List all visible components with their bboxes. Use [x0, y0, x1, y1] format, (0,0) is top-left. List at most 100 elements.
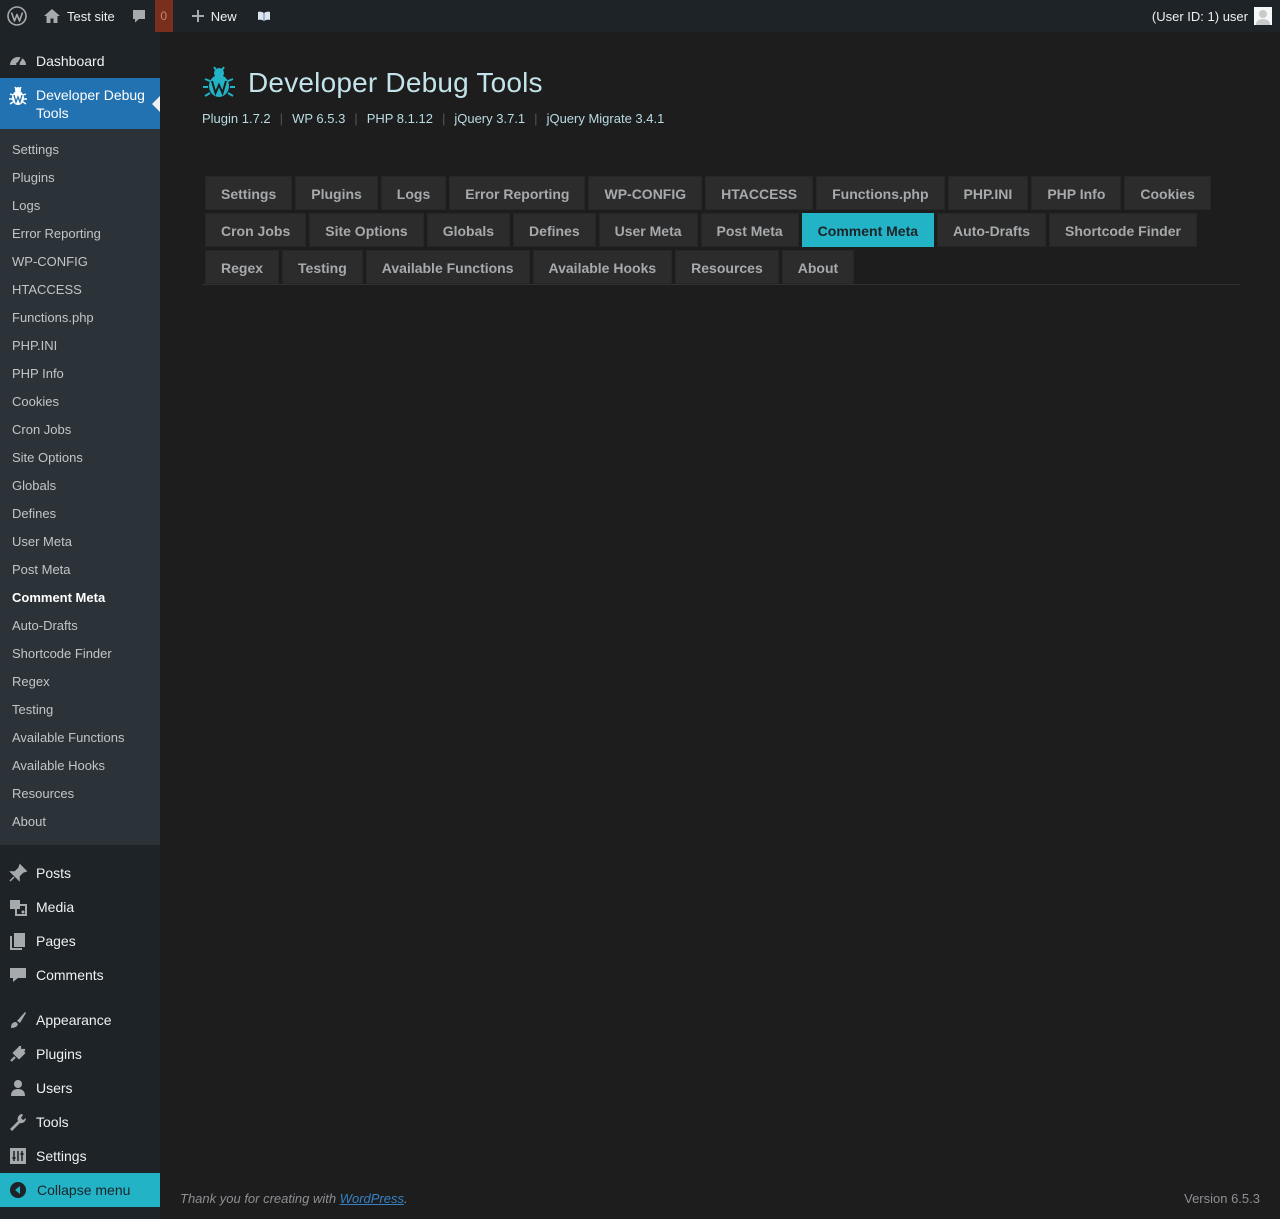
tab-row: Settings Plugins Logs Error Reporting WP…: [205, 176, 1240, 210]
site-name: Test site: [67, 8, 115, 24]
plus-icon: [191, 10, 204, 22]
wp-version: WP 6.5.3: [292, 111, 346, 126]
tab-regex[interactable]: Regex: [205, 250, 280, 284]
jquery-version: jQuery 3.7.1: [454, 111, 526, 126]
submenu-post-meta[interactable]: Post Meta: [0, 556, 160, 584]
comments-menu[interactable]: 0: [123, 0, 173, 32]
page-header: Developer Debug Tools: [202, 66, 543, 100]
menu-settings[interactable]: Settings: [0, 1139, 160, 1173]
submenu-cron-jobs[interactable]: Cron Jobs: [0, 416, 160, 444]
tab-auto-drafts[interactable]: Auto-Drafts: [937, 213, 1047, 247]
submenu-about[interactable]: About: [0, 808, 160, 836]
tab-about[interactable]: About: [781, 250, 855, 284]
account-label: (User ID: 1) user: [1151, 8, 1248, 24]
tab-comment-meta[interactable]: Comment Meta: [801, 213, 935, 247]
collapse-menu-button[interactable]: Collapse menu: [0, 1173, 160, 1207]
wordpress-logo-menu[interactable]: [0, 0, 34, 32]
tab-error-reporting[interactable]: Error Reporting: [449, 176, 586, 210]
menu-dashboard-label: Dashboard: [36, 53, 105, 69]
tab-plugins[interactable]: Plugins: [295, 176, 378, 210]
comments-icon: [8, 965, 28, 985]
tab-bar: Settings Plugins Logs Error Reporting WP…: [202, 176, 1240, 287]
debug-tools-submenu: Settings Plugins Logs Error Reporting WP…: [0, 129, 160, 845]
submenu-site-options[interactable]: Site Options: [0, 444, 160, 472]
tab-post-meta[interactable]: Post Meta: [700, 213, 799, 247]
collapse-arrow-icon: [10, 1182, 26, 1198]
avatar: [1254, 7, 1272, 25]
footer-thanks-suffix: .: [404, 1191, 408, 1206]
submenu-regex[interactable]: Regex: [0, 668, 160, 696]
my-account-menu[interactable]: (User ID: 1) user: [1144, 0, 1280, 32]
tab-shortcode-finder[interactable]: Shortcode Finder: [1049, 213, 1197, 247]
submenu-plugins[interactable]: Plugins: [0, 164, 160, 192]
home-icon: [44, 9, 60, 23]
plug-icon: [8, 1044, 28, 1064]
wordpress-link[interactable]: WordPress: [340, 1191, 404, 1206]
menu-tools[interactable]: Tools: [0, 1105, 160, 1139]
submenu-logs[interactable]: Logs: [0, 192, 160, 220]
tab-globals[interactable]: Globals: [426, 213, 511, 247]
menu-comments[interactable]: Comments: [0, 958, 160, 992]
debug-bug-logo-icon: [203, 66, 235, 97]
submenu-resources[interactable]: Resources: [0, 780, 160, 808]
menu-users[interactable]: Users: [0, 1071, 160, 1105]
menu-appearance[interactable]: Appearance: [0, 1003, 160, 1037]
menu-posts[interactable]: Posts: [0, 856, 160, 890]
menu-plugins[interactable]: Plugins: [0, 1037, 160, 1071]
tab-user-meta[interactable]: User Meta: [598, 213, 698, 247]
submenu-testing[interactable]: Testing: [0, 696, 160, 724]
submenu-shortcode-finder[interactable]: Shortcode Finder: [0, 640, 160, 668]
tab-wp-config[interactable]: WP-CONFIG: [588, 176, 703, 210]
submenu-php-info[interactable]: PHP Info: [0, 360, 160, 388]
tab-htaccess[interactable]: HTACCESS: [705, 176, 814, 210]
tab-functions-php[interactable]: Functions.php: [816, 176, 945, 210]
version-separator: |: [354, 111, 358, 126]
tab-available-functions[interactable]: Available Functions: [365, 250, 530, 284]
submenu-htaccess[interactable]: HTACCESS: [0, 276, 160, 304]
tab-defines[interactable]: Defines: [513, 213, 596, 247]
submenu-user-meta[interactable]: User Meta: [0, 528, 160, 556]
submenu-auto-drafts[interactable]: Auto-Drafts: [0, 612, 160, 640]
menu-media[interactable]: Media: [0, 890, 160, 924]
submenu-php-ini[interactable]: PHP.INI: [0, 332, 160, 360]
menu-developer-debug-tools[interactable]: Developer Debug Tools: [0, 78, 160, 129]
site-name-menu[interactable]: Test site: [34, 0, 123, 32]
tab-settings[interactable]: Settings: [205, 176, 293, 210]
version-separator: |: [534, 111, 538, 126]
menu-pages-label: Pages: [36, 933, 76, 949]
tab-php-ini[interactable]: PHP.INI: [947, 176, 1029, 210]
tab-testing[interactable]: Testing: [282, 250, 363, 284]
menu-media-label: Media: [36, 899, 75, 915]
submenu-comment-meta[interactable]: Comment Meta: [0, 584, 160, 612]
submenu-wp-config[interactable]: WP-CONFIG: [0, 248, 160, 276]
comment-count-badge: 0: [154, 0, 173, 32]
menu-pages[interactable]: Pages: [0, 924, 160, 958]
tab-cron-jobs[interactable]: Cron Jobs: [205, 213, 307, 247]
submenu-available-functions[interactable]: Available Functions: [0, 724, 160, 752]
submenu-functions-php[interactable]: Functions.php: [0, 304, 160, 332]
submenu-available-hooks[interactable]: Available Hooks: [0, 752, 160, 780]
tab-resources[interactable]: Resources: [675, 250, 779, 284]
submenu-globals[interactable]: Globals: [0, 472, 160, 500]
user-icon: [8, 1078, 28, 1098]
tab-cookies[interactable]: Cookies: [1124, 176, 1211, 210]
submenu-defines[interactable]: Defines: [0, 500, 160, 528]
tab-available-hooks[interactable]: Available Hooks: [532, 250, 673, 284]
main-content: Developer Debug Tools Plugin 1.7.2 | WP …: [160, 32, 1280, 1219]
submenu-error-reporting[interactable]: Error Reporting: [0, 220, 160, 248]
submenu-cookies[interactable]: Cookies: [0, 388, 160, 416]
version-info: Plugin 1.7.2 | WP 6.5.3 | PHP 8.1.12 | j…: [202, 111, 664, 126]
tab-row: Cron Jobs Site Options Globals Defines U…: [205, 213, 1240, 247]
jquery-migrate-version: jQuery Migrate 3.4.1: [546, 111, 665, 126]
docs-menu[interactable]: [245, 0, 279, 32]
wrench-icon: [8, 1112, 28, 1132]
submenu-settings[interactable]: Settings: [0, 136, 160, 164]
new-content-menu[interactable]: New: [173, 0, 245, 32]
comment-bubble-icon: [132, 10, 145, 23]
tab-logs[interactable]: Logs: [380, 176, 447, 210]
menu-dashboard[interactable]: Dashboard: [0, 44, 160, 78]
tab-php-info[interactable]: PHP Info: [1031, 176, 1122, 210]
tab-site-options[interactable]: Site Options: [309, 213, 424, 247]
page-title: Developer Debug Tools: [248, 67, 543, 98]
paintbrush-icon: [8, 1010, 28, 1030]
